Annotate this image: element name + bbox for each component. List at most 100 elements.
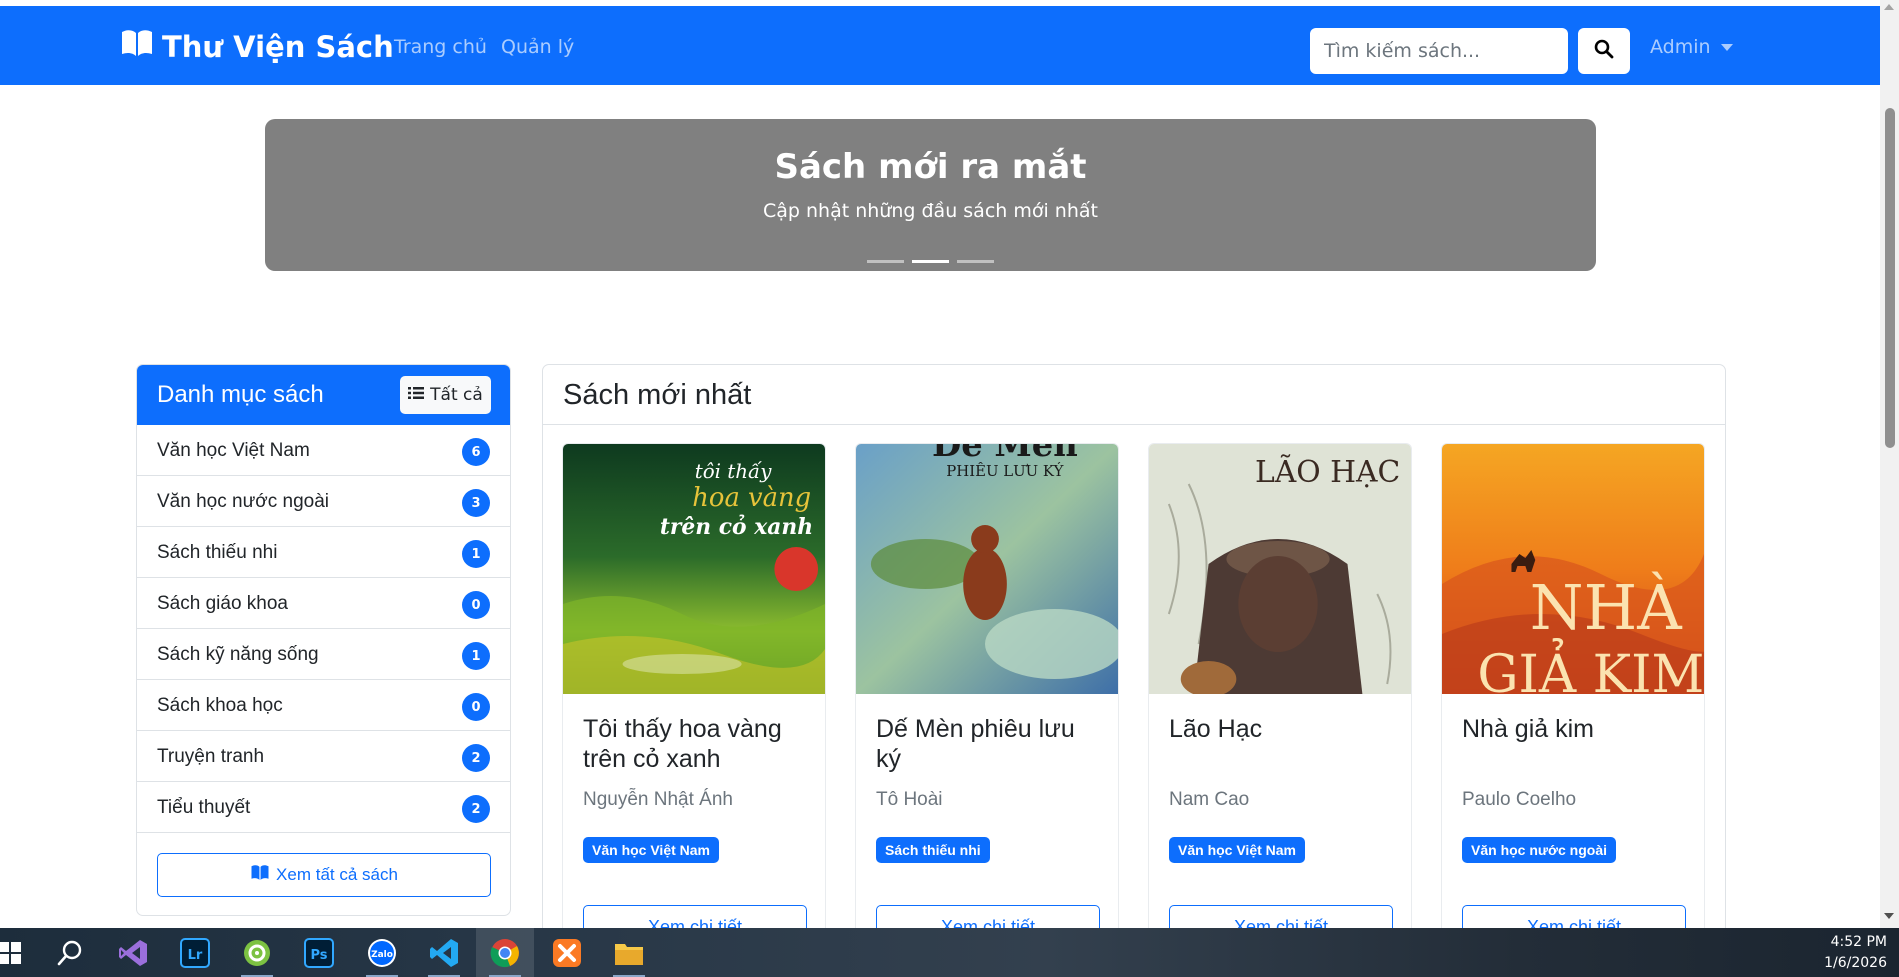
chrome-icon[interactable] (487, 935, 523, 977)
carousel-indicator-2[interactable] (912, 260, 949, 263)
nav-link-home[interactable]: Trang chủ (394, 36, 487, 58)
scrollbar-thumb[interactable] (1885, 108, 1895, 448)
xampp-icon[interactable] (549, 935, 585, 971)
file-explorer-icon[interactable] (611, 935, 647, 977)
system-clock[interactable]: 4:52 PM 1/6/2026 (1824, 932, 1887, 974)
cover-text-line: GIẢ KIM (1477, 638, 1704, 694)
search-icon (1594, 39, 1614, 63)
carousel-title: Sách mới ra mắt (774, 147, 1087, 187)
list-icon (408, 385, 425, 405)
book-title[interactable]: Tôi thấy hoa vàng trên cỏ xanh (583, 714, 813, 774)
book-open-icon (120, 28, 154, 65)
category-count-badge: 6 (462, 438, 490, 466)
category-name: Tiểu thuyết (157, 797, 251, 818)
zalo-label: Zalo (371, 950, 393, 960)
category-item[interactable]: Tiểu thuyết 2 (137, 782, 510, 833)
carousel-indicator-1[interactable] (867, 260, 904, 263)
category-count-badge: 1 (462, 540, 490, 568)
clock-time: 4:52 PM (1830, 934, 1887, 950)
category-name: Văn học nước ngoài (157, 491, 330, 512)
carousel-subtitle: Cập nhật những đầu sách mới nhất (763, 200, 1098, 222)
lightroom-label: Lr (188, 948, 203, 963)
category-name: Sách giáo khoa (157, 593, 288, 614)
carousel-indicators (867, 260, 994, 263)
book-category-badge: Văn học nước ngoài (1462, 837, 1616, 863)
carousel-indicator-3[interactable] (957, 260, 994, 263)
vscode-icon[interactable] (426, 935, 462, 977)
category-item[interactable]: Sách giáo khoa 0 (137, 578, 510, 629)
category-item[interactable]: Truyện tranh 2 (137, 731, 510, 782)
book-category-badge: Sách thiếu nhi (876, 837, 990, 863)
caret-down-icon (1720, 43, 1733, 51)
scroll-down-arrow-icon[interactable] (1884, 913, 1894, 919)
category-item[interactable]: Sách thiếu nhi 1 (137, 527, 510, 578)
book-cover-image[interactable]: Dế Mèn PHIÊU LƯU KÝ (856, 444, 1118, 694)
clock-date: 1/6/2026 (1824, 955, 1887, 971)
cover-text-line: hoa vàng (692, 483, 811, 513)
book-cover-image[interactable]: tôi thấy hoa vàng trên cỏ xanh (563, 444, 825, 694)
photoshop-icon[interactable]: Ps (301, 935, 337, 971)
all-categories-label: Tất cả (430, 385, 483, 405)
category-count-badge: 0 (462, 591, 490, 619)
admin-dropdown[interactable]: Admin (1650, 36, 1733, 58)
books-title: Sách mới nhất (563, 379, 752, 411)
lightroom-icon[interactable]: Lr (177, 935, 213, 971)
cover-text-line: tôi thấy (695, 460, 772, 483)
cover-text-line: trên cỏ xanh (660, 514, 813, 540)
book-open-icon (250, 864, 270, 886)
navbar: Thư Viện Sách Trang chủ Quản lý Admin (0, 6, 1880, 85)
book-title[interactable]: Nhà giả kim (1462, 714, 1692, 744)
brand-label: Thư Viện Sách (162, 29, 394, 64)
latest-books-panel: Sách mới nhất tôi thấy hoa vàng trên cỏ … (542, 364, 1726, 964)
cover-text-line: NHÀ (1530, 571, 1683, 644)
book-author: Tô Hoài (876, 789, 943, 810)
category-header: Danh mục sách Tất cả (137, 365, 510, 425)
visual-studio-icon[interactable] (115, 935, 151, 971)
category-name: Sách thiếu nhi (157, 542, 278, 563)
search-button[interactable] (1578, 28, 1630, 74)
book-category-badge: Văn học Việt Nam (1169, 837, 1306, 863)
book-card[interactable]: NHÀ GIẢ KIM Nhà giả kim Paulo Coelho Văn… (1441, 443, 1705, 963)
nav-link-manage[interactable]: Quản lý (501, 36, 574, 58)
book-title[interactable]: Dế Mèn phiêu lưu ký (876, 714, 1106, 774)
hero-carousel[interactable]: Sách mới ra mắt Cập nhật những đầu sách … (265, 119, 1596, 271)
book-category-badge: Văn học Việt Nam (583, 837, 720, 863)
category-item[interactable]: Sách kỹ năng sống 1 (137, 629, 510, 680)
category-item[interactable]: Sách khoa học 0 (137, 680, 510, 731)
greenshot-icon[interactable] (239, 935, 275, 977)
book-author: Nam Cao (1169, 789, 1250, 810)
all-categories-button[interactable]: Tất cả (400, 376, 491, 414)
category-count-badge: 2 (462, 744, 490, 772)
book-card[interactable]: Dế Mèn PHIÊU LƯU KÝ Dế Mèn phiêu lưu ký … (855, 443, 1119, 963)
brand[interactable]: Thư Viện Sách (120, 28, 394, 65)
book-title[interactable]: Lão Hạc (1169, 714, 1399, 744)
photoshop-label: Ps (310, 948, 327, 963)
category-name: Sách kỹ năng sống (157, 644, 319, 665)
category-count-badge: 1 (462, 642, 490, 670)
view-all-books-button[interactable]: Xem tất cả sách (157, 853, 491, 897)
book-cover-image[interactable]: NHÀ GIẢ KIM (1442, 444, 1704, 694)
zalo-icon[interactable]: Zalo (364, 935, 400, 977)
category-item[interactable]: Văn học nước ngoài 3 (137, 476, 510, 527)
category-count-badge: 3 (462, 489, 490, 517)
windows-start-icon[interactable] (0, 935, 28, 971)
cover-text-line: LÃO HẠC (1255, 454, 1400, 490)
category-panel: Danh mục sách Tất cả Văn học Việt Nam 6 V… (136, 364, 511, 916)
category-title: Danh mục sách (157, 381, 324, 408)
search-icon[interactable] (52, 935, 88, 971)
book-card[interactable]: tôi thấy hoa vàng trên cỏ xanh Tôi thấy … (562, 443, 826, 963)
category-name: Văn học Việt Nam (157, 440, 310, 461)
book-author: Nguyễn Nhật Ánh (583, 789, 733, 810)
category-item[interactable]: Văn học Việt Nam 6 (137, 425, 510, 476)
book-card[interactable]: LÃO HẠC Lão Hạc Nam Cao Văn học Việt Nam… (1148, 443, 1412, 963)
book-author: Paulo Coelho (1462, 789, 1577, 810)
scroll-up-arrow-icon[interactable] (1884, 4, 1894, 10)
search-input[interactable] (1310, 28, 1568, 74)
book-cover-image[interactable]: LÃO HẠC (1149, 444, 1411, 694)
category-name: Sách khoa học (157, 695, 283, 716)
category-count-badge: 0 (462, 693, 490, 721)
admin-label: Admin (1650, 36, 1711, 58)
view-all-books-label: Xem tất cả sách (276, 865, 398, 884)
windows-taskbar (0, 928, 1899, 977)
category-name: Truyện tranh (157, 746, 265, 767)
